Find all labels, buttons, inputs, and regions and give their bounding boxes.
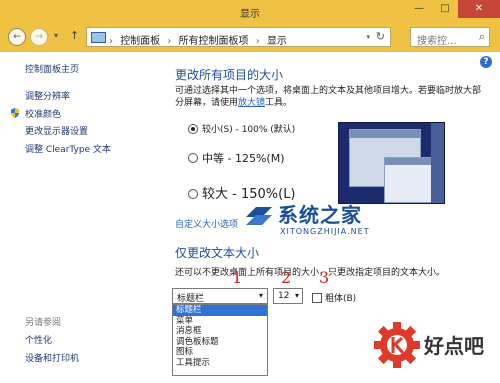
sidebar-item-devices-printers[interactable]: 设备和打印机 xyxy=(25,351,79,364)
sidebar-item-home[interactable]: 控制面板主页 xyxy=(25,62,79,75)
annotation-2: 2 xyxy=(281,268,292,287)
breadcrumb-all-items[interactable]: 所有控制面板项 xyxy=(179,36,249,47)
sidebar-item-resolution[interactable]: 调整分辨率 xyxy=(25,89,70,102)
navigation-bar: ← → ▾ ↑ › 控制面板 › 所有控制面板项 › 显示 ▾ ↻ 搜索控...… xyxy=(0,22,500,52)
watermark-url: XITONGZHIJIA.NET xyxy=(280,227,370,236)
list-item[interactable]: 工具提示 xyxy=(173,358,267,369)
size-preview-image xyxy=(338,122,445,204)
sidebar-item-display-settings[interactable]: 更改显示器设置 xyxy=(25,124,88,137)
magnifier-link[interactable]: 放大镜 xyxy=(238,98,265,108)
size-option-small-label: 较小(S) - 100% (默认) xyxy=(202,125,296,135)
breadcrumb-display[interactable]: 显示 xyxy=(267,36,287,47)
list-item[interactable]: 图标 xyxy=(173,347,267,358)
sidebar: 控制面板主页 调整分辨率 校准颜色 更改显示器设置 调整 ClearType 文… xyxy=(0,52,160,383)
recent-pages-dropdown-icon[interactable]: ▾ xyxy=(54,31,58,40)
sidebar-item-calibrate-color[interactable]: 校准颜色 xyxy=(25,107,61,120)
chevron-down-icon[interactable]: ▾ xyxy=(259,291,263,300)
see-also-label: 另请参阅 xyxy=(25,318,62,328)
text-size-description: 还可以不更改桌面上所有项目的大小，只更改指定项目的文本大小。 xyxy=(175,268,446,278)
size-heading: 更改所有项目的大小 xyxy=(175,68,284,82)
computer-icon xyxy=(91,32,106,43)
gear-logo-icon xyxy=(374,322,420,368)
search-placeholder: 搜索控... xyxy=(417,36,457,47)
item-select[interactable]: 标题栏 ▾ xyxy=(172,288,268,304)
list-item[interactable]: 菜单 xyxy=(173,316,267,327)
size-option-small[interactable]: 较小(S) - 100% (默认) xyxy=(188,122,295,135)
search-input[interactable]: 搜索控... ⌕ xyxy=(410,27,490,47)
address-bar[interactable]: › 控制面板 › 所有控制面板项 › 显示 ▾ ↻ xyxy=(86,27,391,47)
radio-icon[interactable] xyxy=(188,188,198,199)
list-item[interactable]: 标题栏 xyxy=(173,305,267,316)
breadcrumb: › 控制面板 › 所有控制面板项 › 显示 xyxy=(109,32,291,47)
refresh-icon[interactable]: ↻ xyxy=(376,30,385,43)
forward-arrow-icon[interactable]: → xyxy=(30,28,48,46)
preview-side-strip xyxy=(431,123,444,203)
annotation-1: 1 xyxy=(232,268,243,287)
list-item[interactable]: 调色板标题 xyxy=(173,337,267,348)
bold-label: 粗体(B) xyxy=(325,294,357,304)
sep-icon: › xyxy=(167,36,172,47)
maximize-button[interactable]: □ xyxy=(432,0,458,18)
breadcrumb-control-panel[interactable]: 控制面板 xyxy=(120,36,160,47)
sidebar-item-personalize[interactable]: 个性化 xyxy=(25,333,52,346)
sidebar-item-cleartype[interactable]: 调整 ClearType 文本 xyxy=(25,142,111,155)
shield-icon xyxy=(11,108,19,118)
size-desc-before: 可通过选择其中一个选项，将桌面上的文本及其他项目增大。若要临时放大部分屏幕，请使… xyxy=(175,86,482,108)
address-dropdown-icon[interactable]: ▾ xyxy=(366,33,370,41)
bold-checkbox[interactable]: 粗体(B) xyxy=(312,291,356,304)
sep-icon: › xyxy=(109,36,113,47)
radio-icon[interactable] xyxy=(188,153,198,163)
size-option-medium-label: 中等 - 125%(M) xyxy=(202,152,285,165)
list-item[interactable]: 消息框 xyxy=(173,326,267,337)
custom-size-link[interactable]: 自定义大小选项 xyxy=(175,217,238,230)
size-desc-after: 工具。 xyxy=(265,98,293,108)
title-bar: 显示 — □ ✕ xyxy=(0,0,500,22)
radio-selected-icon[interactable] xyxy=(188,123,198,134)
minimize-button[interactable]: — xyxy=(406,0,432,18)
watermark-logo-icon xyxy=(246,207,272,225)
help-icon[interactable]: ? xyxy=(480,56,492,68)
item-dropdown-list: 标题栏 菜单 消息框 调色板标题 图标 工具提示 xyxy=(172,304,268,376)
sep-icon: › xyxy=(255,36,260,47)
font-size-value: 12 xyxy=(278,291,290,301)
watermark-title: 系统之家 xyxy=(278,203,362,227)
checkbox-icon[interactable] xyxy=(312,292,322,303)
corner-badge: 好点吧 xyxy=(372,320,497,375)
font-size-select[interactable]: 12 ▾ xyxy=(273,288,303,304)
size-option-medium[interactable]: 中等 - 125%(M) xyxy=(188,150,284,166)
up-arrow-icon[interactable]: ↑ xyxy=(70,29,79,42)
chevron-down-icon[interactable]: ▾ xyxy=(295,291,299,300)
item-select-value: 标题栏 xyxy=(177,294,205,304)
search-icon[interactable]: ⌕ xyxy=(479,30,485,44)
watermark: 系统之家 XITONGZHIJIA.NET xyxy=(240,195,390,240)
annotation-3: 3 xyxy=(319,268,330,287)
size-description: 可通过选择其中一个选项，将桌面上的文本及其他项目增大。若要临时放大部分屏幕，请使… xyxy=(175,85,485,109)
badge-text: 好点吧 xyxy=(424,334,484,358)
back-arrow-icon[interactable]: ← xyxy=(8,28,26,46)
close-button[interactable]: ✕ xyxy=(458,0,500,18)
text-size-heading: 仅更改文本大小 xyxy=(175,246,260,260)
